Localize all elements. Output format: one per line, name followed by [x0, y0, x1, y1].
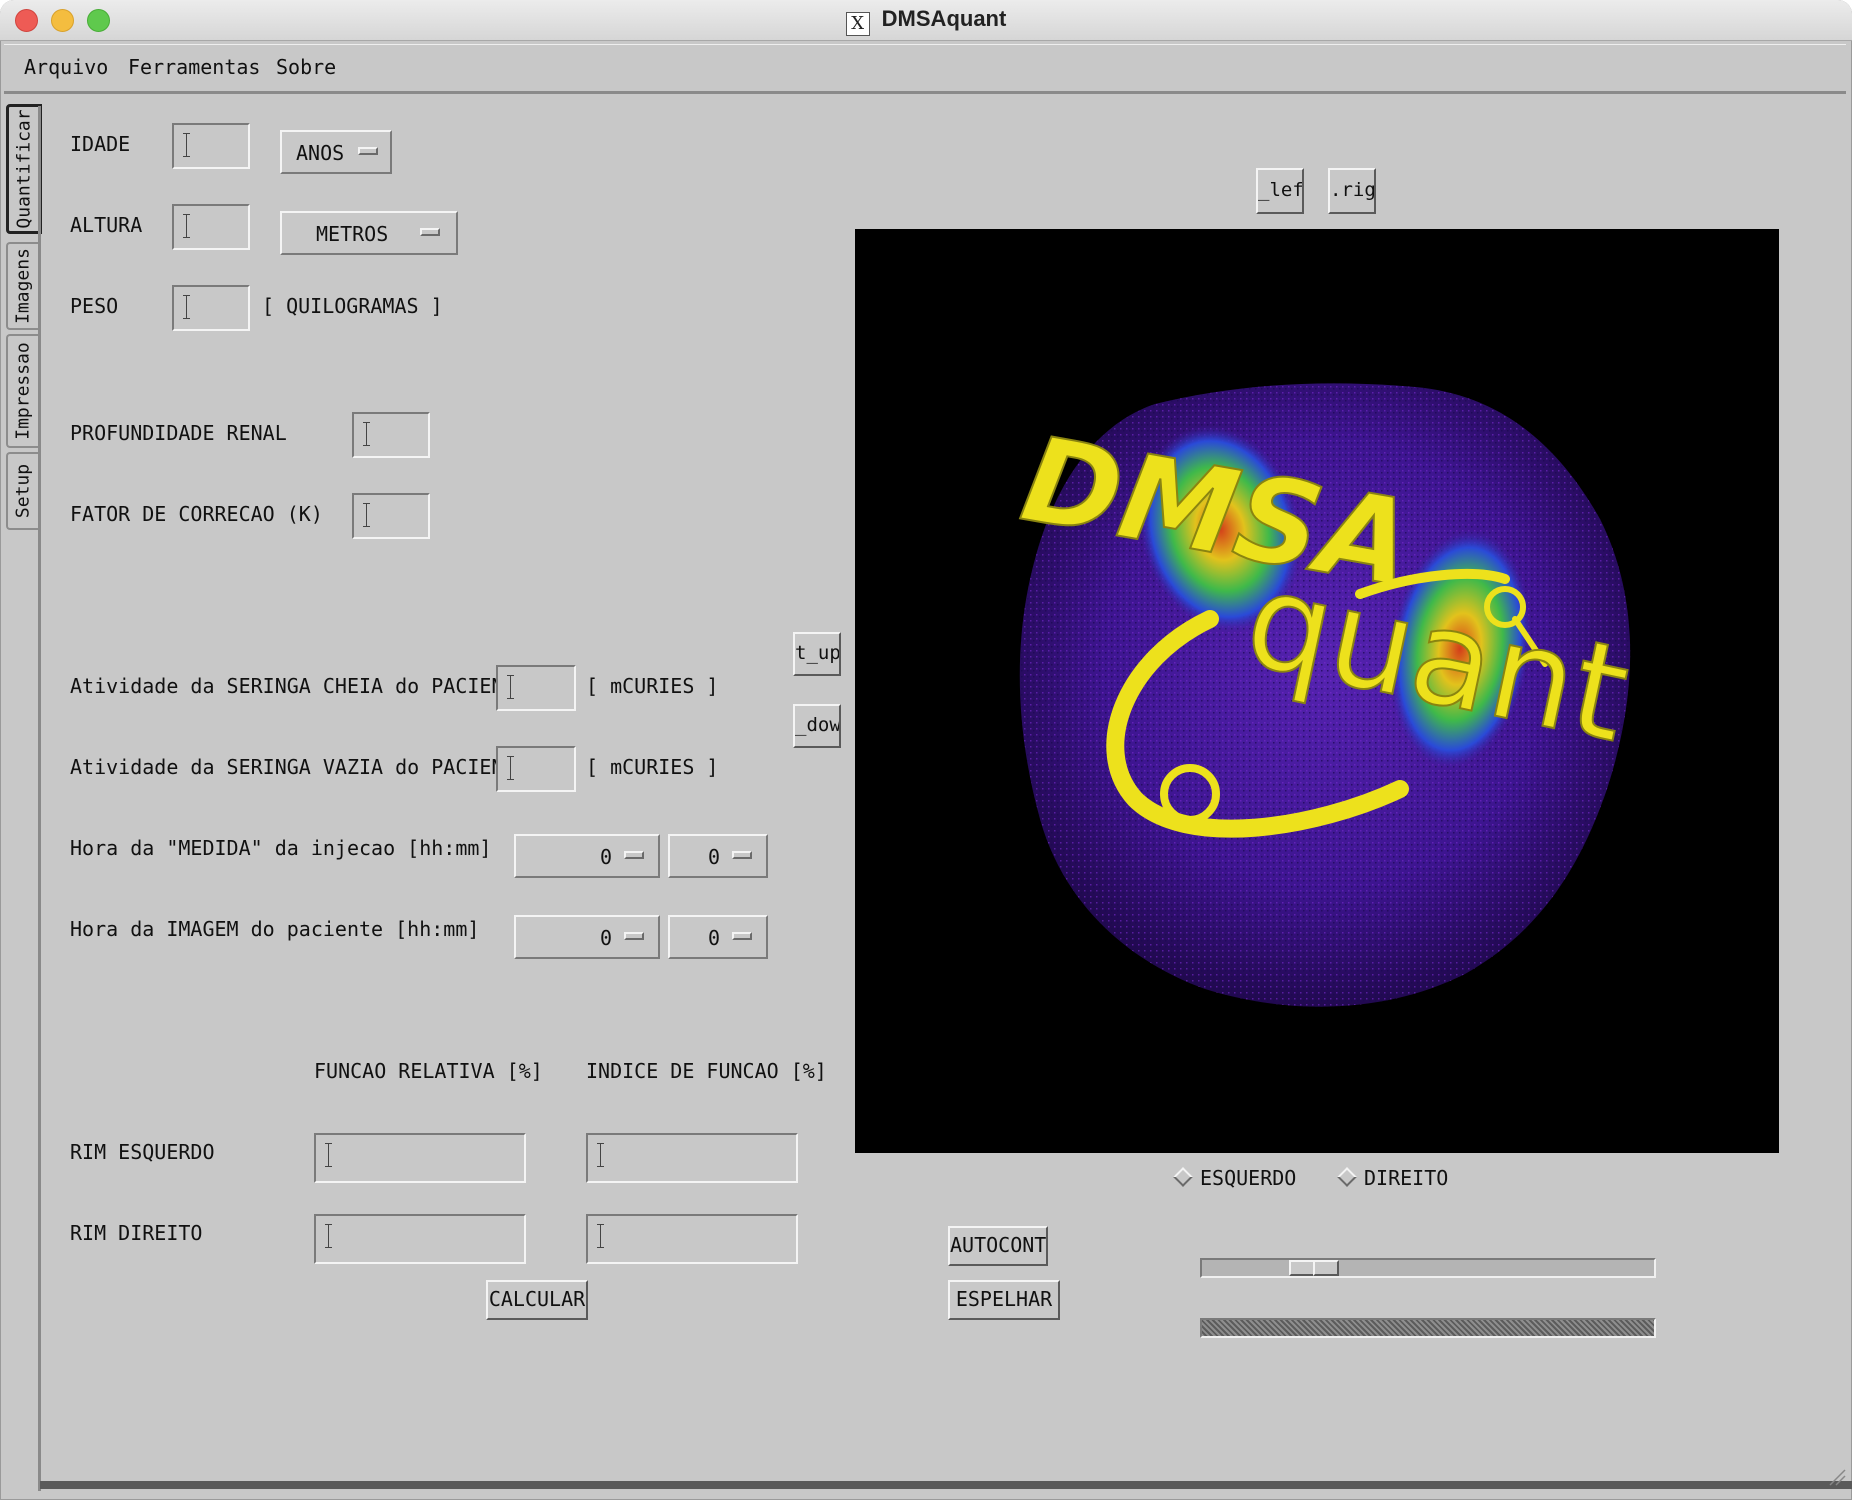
- idade-field[interactable]: [172, 123, 250, 169]
- move-left-button[interactable]: _lef: [1256, 168, 1304, 214]
- rim-direito-label: RIM DIREITO: [70, 1221, 203, 1245]
- tab-quantificar[interactable]: Quantificar: [6, 104, 42, 234]
- option-menu-indicator-icon: [420, 228, 440, 236]
- hora-medida-mm-value: 0: [708, 845, 721, 869]
- altura-field[interactable]: [172, 204, 250, 250]
- tab-quantificar-label: Quantificar: [13, 109, 35, 229]
- seringa-cheia-label: Atividade da SERINGA CHEIA do PACIENTE: [70, 674, 528, 698]
- resize-grip-icon[interactable]: [1826, 1466, 1846, 1486]
- hora-imagem-hh-value: 0: [600, 926, 613, 950]
- seringa-vazia-label: Atividade da SERINGA VAZIA do PACIENTE: [70, 755, 528, 779]
- text-cursor-icon: [183, 133, 191, 157]
- idade-unit-value: ANOS: [296, 141, 345, 165]
- main-content: Quantificar Imagens Impressao Setup IDAD…: [0, 96, 1852, 1500]
- tab-setup-label: Setup: [12, 463, 34, 519]
- altura-label: ALTURA: [70, 213, 143, 237]
- peso-label: PESO: [70, 294, 119, 318]
- option-menu-indicator-icon: [624, 851, 644, 859]
- text-cursor-icon: [507, 756, 515, 780]
- hora-medida-mm-menu[interactable]: 0: [668, 834, 768, 878]
- radio-esquerdo-label: ESQUERDO: [1200, 1166, 1297, 1190]
- text-cursor-icon: [325, 1224, 333, 1248]
- hora-imagem-label: Hora da IMAGEM do paciente [hh:mm]: [70, 917, 480, 941]
- seringa-vazia-unit: [ mCURIES ]: [586, 755, 719, 779]
- hora-medida-label: Hora da "MEDIDA" da injecao [hh:mm]: [70, 836, 492, 860]
- hora-medida-hh-value: 0: [600, 845, 613, 869]
- move-down-button[interactable]: _dow: [793, 704, 841, 748]
- rim-esquerdo-relativa-field[interactable]: [314, 1133, 526, 1183]
- text-cursor-icon: [597, 1224, 605, 1248]
- option-menu-indicator-icon: [624, 932, 644, 940]
- radio-esquerdo[interactable]: ESQUERDO: [1173, 1166, 1297, 1190]
- espelhar-button[interactable]: ESPELHAR: [948, 1280, 1060, 1320]
- hora-imagem-mm-menu[interactable]: 0: [668, 915, 768, 959]
- radio-diamond-icon: [1337, 1167, 1357, 1187]
- fator-label: FATOR DE CORRECAO (K): [70, 502, 323, 526]
- window-title: DMSAquant: [881, 6, 1007, 31]
- tab-strip-divider: [38, 106, 41, 1491]
- option-menu-indicator-icon: [732, 851, 752, 859]
- slider-thumb-left[interactable]: [1289, 1260, 1315, 1276]
- text-cursor-icon: [507, 675, 515, 699]
- rim-direito-indice-field[interactable]: [586, 1214, 798, 1264]
- menu-arquivo[interactable]: Arquivo: [24, 55, 108, 79]
- scintigraphy-image-view[interactable]: DMSA quant: [855, 229, 1779, 1153]
- text-cursor-icon: [363, 422, 371, 446]
- contrast-slider[interactable]: [1200, 1258, 1656, 1278]
- profundidade-label: PROFUNDIDADE RENAL: [70, 421, 287, 445]
- move-right-button[interactable]: .righ: [1328, 168, 1376, 214]
- intensity-bar: [1200, 1318, 1656, 1338]
- hora-imagem-mm-value: 0: [708, 926, 721, 950]
- menu-ferramentas[interactable]: Ferramentas: [128, 55, 260, 79]
- option-menu-indicator-icon: [732, 932, 752, 940]
- altura-unit-value: METROS: [316, 222, 389, 246]
- x11-icon: X: [845, 12, 870, 36]
- hora-imagem-hh-menu[interactable]: 0: [514, 915, 660, 959]
- move-up-button[interactable]: t_up: [793, 632, 841, 676]
- option-menu-indicator-icon: [358, 147, 378, 155]
- tab-imagens-label: Imagens: [12, 248, 34, 324]
- radio-direito[interactable]: DIREITO: [1337, 1166, 1449, 1190]
- seringa-cheia-field[interactable]: [496, 665, 576, 711]
- radio-diamond-icon: [1173, 1167, 1193, 1187]
- autocont-button[interactable]: AUTOCONT: [948, 1226, 1048, 1266]
- radio-direito-label: DIREITO: [1364, 1166, 1449, 1190]
- text-cursor-icon: [597, 1143, 605, 1167]
- window-bottom-border: [40, 1481, 1852, 1489]
- tab-impressao[interactable]: Impressao: [6, 334, 38, 448]
- fator-field[interactable]: [352, 493, 430, 539]
- text-cursor-icon: [363, 503, 371, 527]
- app-window: X DMSAquant Arquivo Ferramentas Sobre Qua…: [0, 0, 1852, 1500]
- rim-esquerdo-label: RIM ESQUERDO: [70, 1140, 215, 1164]
- tab-setup[interactable]: Setup: [6, 452, 38, 530]
- menu-sobre[interactable]: Sobre: [276, 55, 336, 79]
- indice-funcao-header: INDICE DE FUNCAO [%]: [586, 1059, 827, 1083]
- funcao-relativa-header: FUNCAO RELATIVA [%]: [314, 1059, 543, 1083]
- text-cursor-icon: [183, 214, 191, 238]
- menu-bar: Arquivo Ferramentas Sobre: [4, 44, 1846, 94]
- text-cursor-icon: [325, 1143, 333, 1167]
- slider-thumb-right[interactable]: [1313, 1260, 1339, 1276]
- rim-esquerdo-indice-field[interactable]: [586, 1133, 798, 1183]
- hora-medida-hh-menu[interactable]: 0: [514, 834, 660, 878]
- peso-field[interactable]: [172, 285, 250, 331]
- idade-label: IDADE: [70, 132, 131, 156]
- tab-impressao-label: Impressao: [12, 342, 34, 440]
- profundidade-field[interactable]: [352, 412, 430, 458]
- seringa-cheia-unit: [ mCURIES ]: [586, 674, 719, 698]
- rim-direito-relativa-field[interactable]: [314, 1214, 526, 1264]
- peso-unit-label: [ QUILOGRAMAS ]: [262, 294, 443, 318]
- dmsa-logo-image: DMSA quant: [1012, 383, 1642, 1007]
- calcular-button[interactable]: CALCULAR: [486, 1280, 588, 1320]
- window-title-wrap: X DMSAquant: [0, 6, 1852, 36]
- title-bar: X DMSAquant: [0, 0, 1852, 41]
- text-cursor-icon: [183, 295, 191, 319]
- seringa-vazia-field[interactable]: [496, 746, 576, 792]
- idade-unit-menu[interactable]: ANOS: [280, 130, 392, 174]
- altura-unit-menu[interactable]: METROS: [280, 211, 458, 255]
- tab-imagens[interactable]: Imagens: [6, 242, 38, 330]
